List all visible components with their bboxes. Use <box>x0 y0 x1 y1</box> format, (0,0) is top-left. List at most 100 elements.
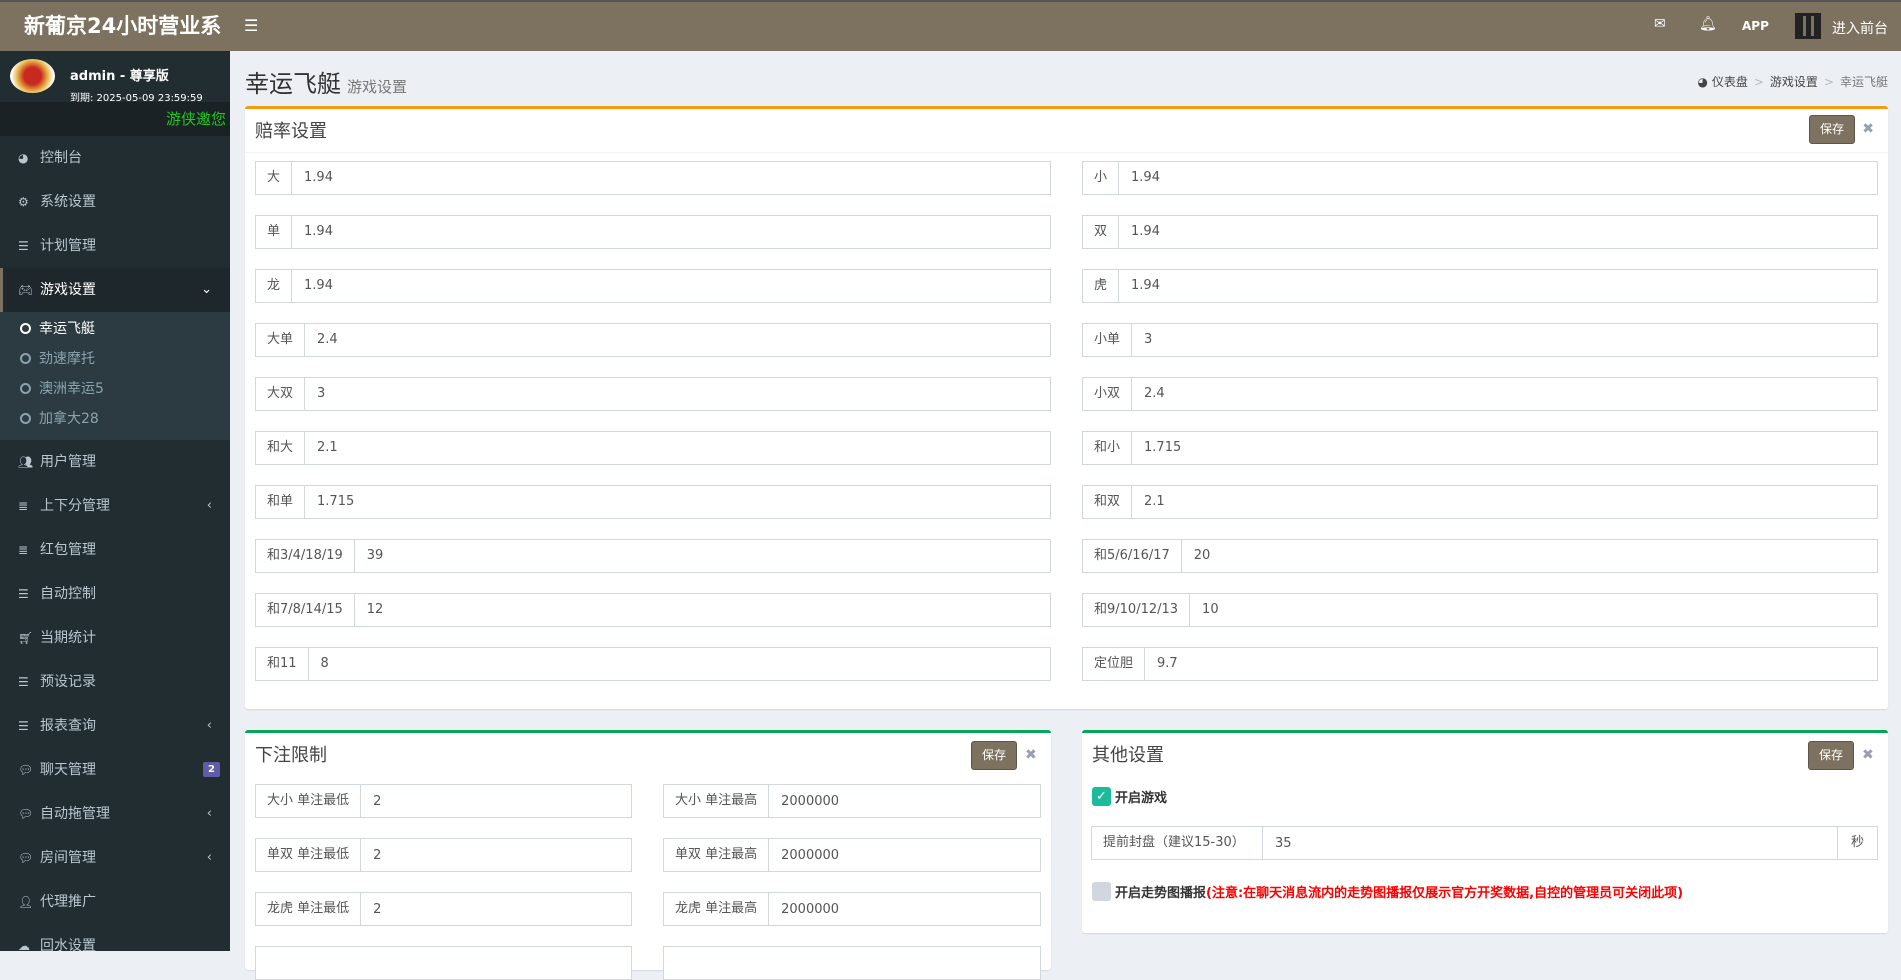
submenu-item-label: 幸运飞艇 <box>39 321 95 337</box>
sidebar-item[interactable]: ≣ 红包管理 <box>0 528 230 572</box>
breadcrumb-game-settings[interactable]: 游戏设置 <box>1770 75 1818 89</box>
field-input[interactable]: 1.94 <box>292 270 1050 302</box>
page-subtitle: 游戏设置 <box>347 78 408 96</box>
field-input[interactable]: 12 <box>355 594 1050 626</box>
field-input[interactable] <box>361 839 631 871</box>
field-label: 和11 <box>256 648 309 680</box>
odds-input-group: 虎 1.94 <box>1082 269 1878 303</box>
submenu-item[interactable]: 劲速摩托 <box>0 344 230 374</box>
close-icon[interactable]: ✖ <box>1862 747 1874 763</box>
limit-row-partial <box>663 946 1041 980</box>
sidebar-item[interactable]: 💬︎ 聊天管理 2 <box>0 748 230 792</box>
field-input[interactable]: 20 <box>1182 540 1877 572</box>
sidebar-item[interactable]: ☰ 自动控制 <box>0 572 230 616</box>
field-input[interactable] <box>361 893 631 925</box>
sidebar-item[interactable]: 🎮︎ 游戏设置 ⌄ <box>0 268 230 312</box>
app-logo[interactable]: 新葡京24小时营业系 <box>0 2 230 51</box>
front-link[interactable]: 进入前台 <box>1832 18 1888 38</box>
sidebar-item[interactable]: ☰ 报表查询 ‹ <box>0 704 230 748</box>
field-input[interactable] <box>769 893 1040 925</box>
database-icon: ≣ <box>18 543 29 557</box>
sidebar-item-label: 房间管理 <box>40 850 96 866</box>
envelope-icon[interactable]: ✉ <box>1654 16 1666 32</box>
field-input[interactable]: 3 <box>1132 324 1877 356</box>
field-input[interactable]: 1.94 <box>1119 270 1877 302</box>
field-input[interactable]: 2.1 <box>1132 486 1877 518</box>
submenu-item[interactable]: 幸运飞艇 <box>0 314 230 344</box>
field-input[interactable]: 10 <box>1190 594 1877 626</box>
sidebar-item-label: 代理推广 <box>40 894 96 910</box>
user-name: admin - 尊享版 <box>70 69 169 84</box>
breadcrumb: ◕ 仪表盘 > 游戏设置 > 幸运飞艇 <box>1697 75 1888 89</box>
limit-min-group: 大小 单注最低 <box>255 784 632 818</box>
sidebar-item-label: 游戏设置 <box>40 282 96 298</box>
odds-input-group: 大 1.94 <box>255 161 1051 195</box>
app-link[interactable]: APP <box>1742 19 1769 33</box>
sidebar-item-label: 红包管理 <box>40 542 96 558</box>
limits-save-button[interactable]: 保存 <box>971 741 1017 770</box>
close-icon[interactable]: ✖ <box>1862 121 1874 137</box>
sidebar-item[interactable]: ☰ 计划管理 <box>0 224 230 268</box>
sidebar-item[interactable]: 👤︎ 代理推广 <box>0 880 230 924</box>
cogs-icon: ⚙ <box>18 195 29 209</box>
open-game-label: 开启游戏 <box>1115 791 1168 806</box>
avatar <box>10 59 55 93</box>
field-input[interactable]: 2.4 <box>305 324 1050 356</box>
odds-input-group: 小 1.94 <box>1082 161 1878 195</box>
submenu-item[interactable]: 加拿大28 <box>0 404 230 434</box>
circle-icon <box>20 323 31 334</box>
bell-icon[interactable]: 🔔︎ <box>1699 16 1717 32</box>
trend-checkbox[interactable]: 开启走势图播报 (注意:在聊天消息流内的走势图播报仅展示官方开奖数据,自控的管理员… <box>1092 882 1683 901</box>
field-input[interactable]: 1.94 <box>292 162 1050 194</box>
other-save-button[interactable]: 保存 <box>1808 741 1854 770</box>
odds-input-group: 定位胆 9.7 <box>1082 647 1878 681</box>
page-title: 幸运飞艇 游戏设置 <box>245 64 407 99</box>
chevron-left-icon: ‹ <box>206 718 212 733</box>
check-icon: ✓ <box>1092 787 1111 806</box>
sidebar-item[interactable]: 👥︎ 用户管理 <box>0 440 230 484</box>
field-label: 和3/4/18/19 <box>256 540 355 572</box>
field-input[interactable]: 2.1 <box>305 432 1050 464</box>
sidebar-item[interactable]: 💬︎ 房间管理 ‹ <box>0 836 230 880</box>
odds-input-group: 大双 3 <box>255 377 1051 411</box>
field-input[interactable]: 1.715 <box>305 486 1050 518</box>
qrcode-icon[interactable] <box>1795 13 1821 39</box>
sidebar-item[interactable]: ☁ 回水设置 <box>0 924 230 968</box>
field-label: 龙虎 单注最高 <box>664 893 770 925</box>
field-input[interactable]: 8 <box>309 648 1050 680</box>
field-input[interactable]: 1.94 <box>1119 216 1877 248</box>
sidebar-item[interactable]: ☰ 预设记录 <box>0 660 230 704</box>
field-input[interactable] <box>769 785 1040 817</box>
field-label: 龙虎 单注最低 <box>256 893 362 925</box>
sidebar-item[interactable]: ≣ 上下分管理 ‹ <box>0 484 230 528</box>
expire-date: 到期: 2025-05-09 23:59:59 <box>70 93 203 104</box>
field-label: 定位胆 <box>1083 648 1146 680</box>
limit-min-group: 龙虎 单注最低 <box>255 892 632 926</box>
sidebar-item[interactable]: 🛒︎ 当期统计 <box>0 616 230 660</box>
breadcrumb-dashboard[interactable]: 仪表盘 <box>1712 75 1748 89</box>
close-icon[interactable]: ✖ <box>1025 747 1037 763</box>
field-input[interactable]: 2.4 <box>1132 378 1877 410</box>
field-input[interactable]: 3 <box>305 378 1050 410</box>
field-input[interactable] <box>361 785 631 817</box>
field-input[interactable]: 39 <box>355 540 1050 572</box>
field-input[interactable] <box>769 839 1040 871</box>
dashboard-icon: ◕ <box>18 151 29 165</box>
odds-input-group: 和双 2.1 <box>1082 485 1878 519</box>
odds-input-group: 和11 8 <box>255 647 1051 681</box>
field-input[interactable]: 1.94 <box>292 216 1050 248</box>
field-input[interactable]: 1.715 <box>1132 432 1877 464</box>
field-input[interactable]: 9.7 <box>1145 648 1877 680</box>
bars-icon[interactable]: ☰ <box>244 16 258 35</box>
sidebar-item[interactable]: ⚙ 系统设置 <box>0 180 230 224</box>
field-label: 双 <box>1083 216 1120 248</box>
sidebar-item[interactable]: 💬︎ 自动拖管理 ‹ <box>0 792 230 836</box>
close-time-input[interactable] <box>1263 827 1837 859</box>
field-label: 小双 <box>1083 378 1133 410</box>
open-game-checkbox[interactable]: ✓ 开启游戏 <box>1092 787 1167 806</box>
odds-save-button[interactable]: 保存 <box>1809 115 1855 144</box>
sidebar-item[interactable]: ◕ 控制台 <box>0 136 230 180</box>
field-input[interactable]: 1.94 <box>1119 162 1877 194</box>
submenu-item[interactable]: 澳洲幸运5 <box>0 374 230 404</box>
chevron-left-icon: ‹ <box>206 498 212 513</box>
